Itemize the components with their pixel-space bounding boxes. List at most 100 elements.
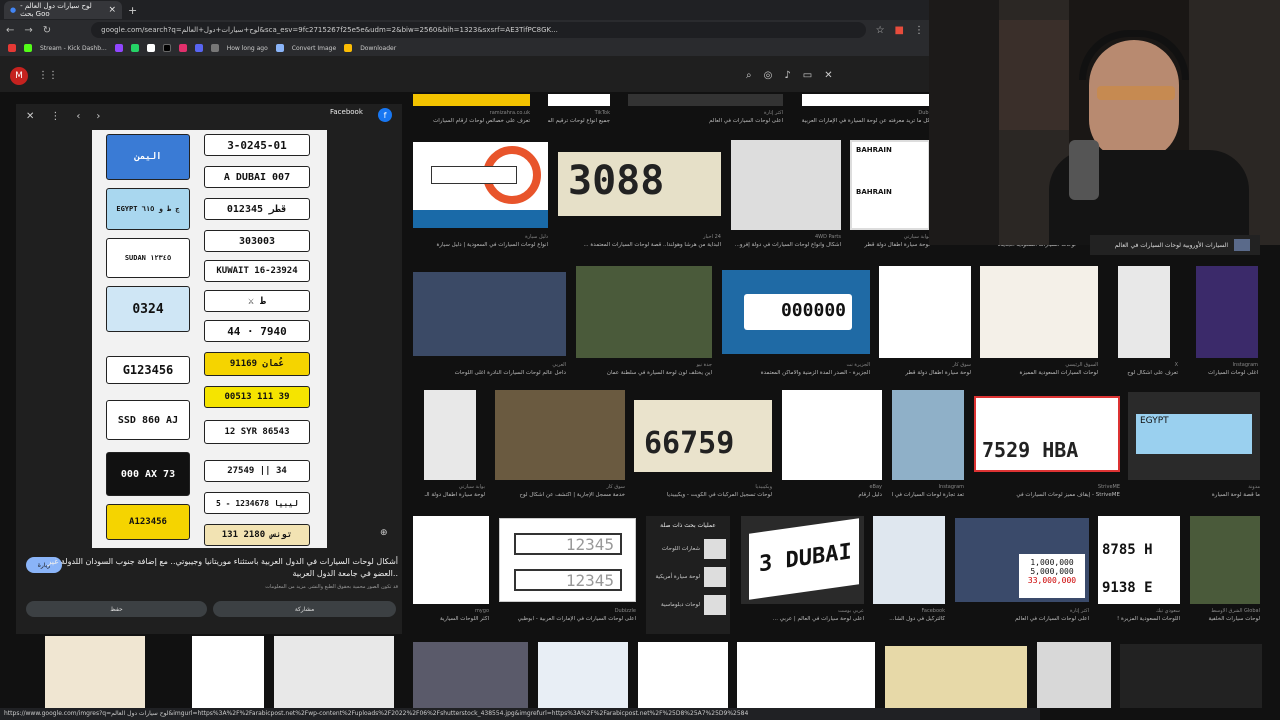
downloader-icon[interactable]	[344, 44, 353, 52]
result-caption[interactable]: داخل عالم لوحات السيارات النادرة أغلى ال…	[413, 370, 566, 376]
bookmark-how-long[interactable]: How long ago	[227, 45, 268, 52]
result-image[interactable]: 3088	[558, 152, 721, 216]
result-image[interactable]	[413, 94, 530, 106]
tiktok-icon[interactable]	[162, 44, 171, 52]
result-caption[interactable]: اللوحات السعودية المزيرة !	[1098, 616, 1180, 622]
bookmark-convert[interactable]: Convert Image	[292, 45, 336, 52]
result-image[interactable]: 3 DUBAI	[741, 516, 864, 604]
result-image[interactable]: 12345 12345	[499, 518, 636, 602]
result-image[interactable]: 000000	[722, 270, 870, 354]
result-source[interactable]: جدة نيو	[576, 362, 712, 368]
result-source[interactable]: Facebook	[873, 608, 946, 614]
result-caption[interactable]: كل ما تريد معرفته عن لوحة السيارة في الإ…	[802, 118, 930, 124]
search-icon[interactable]: ⌕	[746, 70, 752, 81]
instagram-icon[interactable]	[178, 44, 187, 52]
result-source[interactable]: ويكيبيديا	[634, 484, 772, 490]
result-source[interactable]: ramizahra.co.uk	[413, 110, 530, 116]
result-image[interactable]	[424, 390, 476, 480]
copyright-note[interactable]: قد تكون الصور محمية بحقوق الطبع والنشر. …	[30, 584, 398, 590]
result-image[interactable]	[1120, 644, 1262, 708]
result-caption[interactable]: أشكال وأنواع لوحات السيارات في دولة إفرو…	[731, 242, 841, 248]
result-source[interactable]: X	[1118, 362, 1178, 368]
bookmark-icon[interactable]	[210, 44, 219, 52]
result-image[interactable]: 7529 HBA	[974, 396, 1120, 472]
result-image[interactable]	[892, 390, 964, 480]
result-caption[interactable]: لوحة سيارة أطفال دولة الـ	[413, 492, 485, 498]
result-caption[interactable]: أكثر اللوحات السيارية	[413, 616, 489, 622]
related-chip[interactable]: لوحات دبلوماسية	[646, 591, 730, 619]
related-thumb[interactable]	[274, 636, 394, 708]
result-image[interactable]	[1196, 266, 1258, 358]
result-source[interactable]: سوق كار	[495, 484, 625, 490]
result-image[interactable]	[576, 266, 712, 358]
result-image[interactable]: 66759	[634, 400, 772, 472]
result-caption[interactable]: خدمة مسجل الإجارية | اكتشف عن أشكال لوح	[495, 492, 625, 498]
result-image[interactable]	[737, 642, 875, 708]
result-source[interactable]: بوابة سيارتي	[413, 484, 485, 490]
related-thumb[interactable]	[45, 636, 145, 708]
kick-icon[interactable]	[24, 44, 32, 52]
result-source[interactable]: الجزيرة نت	[722, 362, 870, 368]
result-source[interactable]: العربي	[413, 362, 566, 368]
result-caption[interactable]: StriveME - إيقاف مميز لوحات السيارات في	[974, 492, 1120, 498]
result-image[interactable]	[879, 266, 971, 358]
result-image[interactable]	[413, 142, 548, 228]
result-image[interactable]	[731, 140, 841, 230]
browser-tab[interactable]: ● لوح سيارات دول العالم - بحث Goo ×	[4, 1, 122, 19]
result-image[interactable]	[873, 516, 945, 604]
related-chip[interactable]: شعارات اللوحات	[646, 535, 730, 563]
save-button[interactable]: حفظ	[26, 601, 207, 617]
account-avatar[interactable]: M	[10, 67, 28, 85]
result-source[interactable]: Dubi	[802, 110, 930, 116]
mic-icon[interactable]: ♪	[784, 70, 790, 81]
result-caption[interactable]: تعرف على خصائص لوحات أرقام السيارات	[413, 118, 530, 124]
related-thumb[interactable]	[192, 636, 264, 708]
result-image[interactable]	[885, 646, 1027, 708]
new-tab-icon[interactable]: +	[128, 4, 137, 17]
result-image[interactable]	[782, 390, 882, 480]
result-source[interactable]: أكثر إثارة	[628, 110, 783, 116]
result-source[interactable]: Instagram	[1196, 362, 1258, 368]
result-image[interactable]	[628, 94, 783, 106]
result-source[interactable]: 4WD Parts	[731, 234, 841, 240]
reload-icon[interactable]: ↻	[43, 25, 51, 36]
bookmark-kick[interactable]: Stream - Kick Dashb...	[40, 45, 107, 52]
result-source[interactable]: مدونة	[1128, 484, 1260, 490]
result-caption[interactable]: أعلى لوحات السيارات في العالم	[955, 616, 1089, 622]
result-source[interactable]: عربي بوست	[741, 608, 864, 614]
result-caption[interactable]: لوحة سيارة أطفال دولة قطر	[879, 370, 971, 376]
convert-icon[interactable]	[275, 44, 284, 52]
result-source[interactable]: 24 أخبار	[558, 234, 721, 240]
bookmark-star-icon[interactable]: ☆	[876, 25, 885, 36]
result-caption[interactable]: لوحات تسجيل المركبات في الكويت - ويكيبيد…	[634, 492, 772, 498]
result-image[interactable]: EGYPT	[1128, 392, 1260, 480]
result-source[interactable]: Dubizzle	[499, 608, 636, 614]
lens-search-icon[interactable]: ⊕	[380, 528, 388, 538]
preview-title[interactable]: أشكال لوحات السيارات في الدول العربية با…	[30, 556, 398, 580]
result-source[interactable]: سعودي تيك	[1098, 608, 1180, 614]
keyboard-icon[interactable]: ▭	[803, 70, 812, 81]
result-image[interactable]	[802, 94, 930, 106]
result-caption[interactable]: لوحات سيارات الخلفية	[1190, 616, 1260, 622]
result-caption[interactable]: تعد تجارة لوحات السيارات في الس...	[892, 492, 964, 498]
result-caption[interactable]: تعرف على أشكال لوح	[1118, 370, 1178, 376]
forward-icon[interactable]: →	[24, 25, 32, 36]
url-field[interactable]: google.com/search?q=لوح+سيارات+دول+العال…	[91, 22, 866, 38]
result-source[interactable]: السوق الرئيسي	[980, 362, 1098, 368]
result-caption[interactable]: كالتركيل في دول الشا...	[873, 616, 945, 622]
result-source[interactable]: Global الشرق الأوسط	[1190, 608, 1260, 614]
extension-icon[interactable]: ■	[895, 25, 904, 36]
result-caption[interactable]: لوحات السيارات السعودية المميزة	[980, 370, 1099, 376]
result-image[interactable]	[1190, 516, 1260, 604]
result-caption[interactable]: أغلى لوحات السيارات	[1196, 370, 1258, 376]
facebook-icon[interactable]: f	[378, 108, 392, 122]
result-caption[interactable]: جميع أنواع لوحات ترقيم السيارات في العال…	[548, 118, 610, 124]
result-caption[interactable]: أعلى لوحات السيارات في العالم	[628, 118, 783, 124]
result-image[interactable]	[413, 516, 489, 604]
result-caption[interactable]: أعلى لوحات السيارات في الإمارات العربية …	[499, 616, 636, 622]
result-source[interactable]: Instagram	[892, 484, 964, 490]
result-caption[interactable]: أنواع لوحات السيارات في السعودية | دليل …	[413, 242, 548, 248]
more-icon[interactable]: ⋮	[50, 111, 60, 122]
bookmark-downloader[interactable]: Downloader	[360, 45, 396, 52]
result-caption[interactable]: أين يختلف لون لوحة السيارة في سلطنة عمان	[576, 370, 712, 376]
